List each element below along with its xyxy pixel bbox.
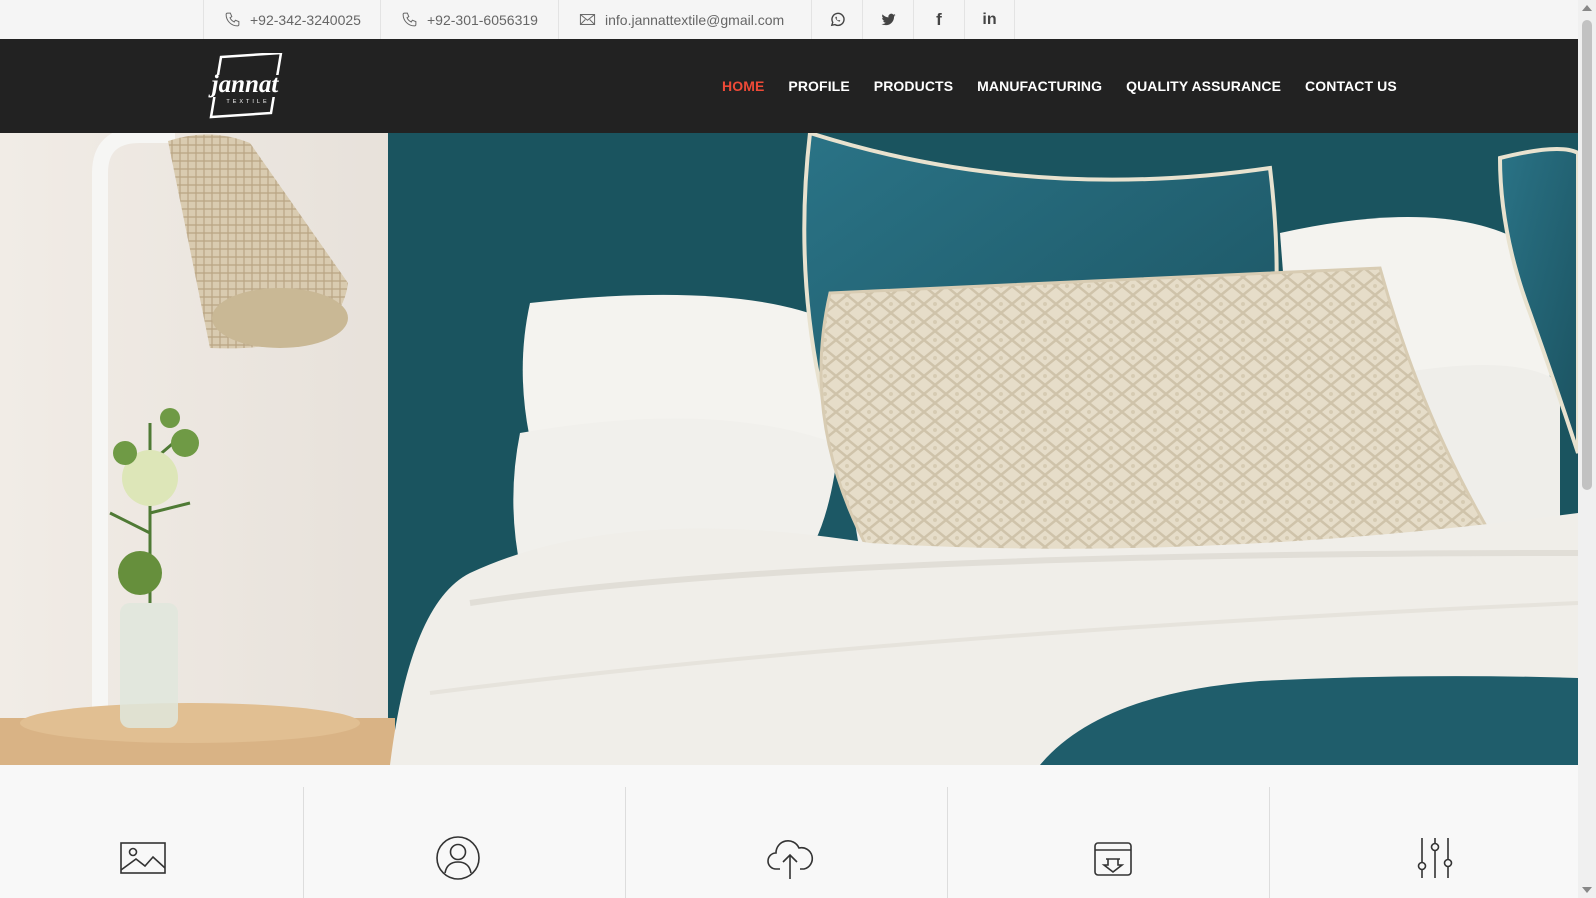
twitter-link[interactable] [862, 0, 913, 39]
whatsapp-link[interactable] [811, 0, 862, 39]
feature-2[interactable] [303, 787, 626, 898]
feature-1[interactable] [0, 787, 323, 898]
phone-2-text: +92-301-6056319 [427, 11, 538, 28]
image-icon [120, 842, 166, 874]
logo-mark-icon: jannat TEXTILE [206, 51, 286, 119]
feature-3[interactable] [625, 787, 948, 898]
linkedin-icon: in [982, 10, 997, 28]
phone-2[interactable]: +92-301-6056319 [380, 0, 558, 39]
site-logo[interactable]: jannat TEXTILE [203, 51, 289, 119]
whatsapp-icon [830, 12, 845, 27]
logo-text: jannat [208, 71, 280, 98]
scroll-up-arrow-icon[interactable] [1582, 5, 1592, 11]
nav-products[interactable]: PRODUCTS [874, 78, 953, 94]
features-row [0, 765, 1578, 898]
user-icon [436, 836, 480, 880]
scroll-down-arrow-icon[interactable] [1582, 887, 1592, 893]
nav-quality-assurance[interactable]: QUALITY ASSURANCE [1126, 78, 1281, 94]
envelope-icon [579, 14, 596, 25]
feature-4[interactable] [947, 787, 1270, 898]
email-text: info.jannattextile@gmail.com [605, 11, 785, 28]
main-navbar: jannat TEXTILE HOME PROFILE PRODUCTS MAN… [0, 39, 1578, 133]
phone-1[interactable]: +92-342-3240025 [203, 0, 380, 39]
scroll-thumb[interactable] [1582, 20, 1592, 490]
facebook-icon: f [936, 9, 942, 29]
nav-contact-us[interactable]: CONTACT US [1305, 78, 1397, 94]
phone-icon [402, 12, 417, 27]
linkedin-link[interactable]: in [964, 0, 1015, 39]
nav-profile[interactable]: PROFILE [788, 78, 849, 94]
archive-download-icon [1094, 842, 1132, 876]
email-link[interactable]: info.jannattextile@gmail.com [558, 0, 811, 39]
page-scrollbar[interactable] [1578, 0, 1596, 898]
hero-banner [0, 133, 1578, 765]
main-nav: HOME PROFILE PRODUCTS MANUFACTURING QUAL… [722, 39, 1421, 133]
twitter-icon [880, 13, 896, 26]
top-contact-bar: +92-342-3240025 +92-301-6056319 info.jan… [0, 0, 1578, 40]
phone-1-text: +92-342-3240025 [250, 11, 361, 28]
nav-home[interactable]: HOME [722, 78, 764, 94]
phone-icon [225, 12, 240, 27]
bedroom-bedding-photo [0, 133, 1578, 765]
feature-5[interactable] [1269, 787, 1592, 898]
logo-tagline: TEXTILE [226, 99, 269, 105]
cloud-upload-icon [767, 839, 814, 879]
facebook-link[interactable]: f [913, 0, 964, 39]
nav-manufacturing[interactable]: MANUFACTURING [977, 78, 1102, 94]
sliders-icon [1417, 838, 1453, 878]
